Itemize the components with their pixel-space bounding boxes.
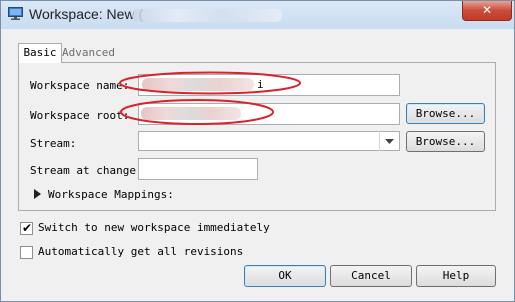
stream-label: Stream: xyxy=(30,137,77,150)
redacted-title-text xyxy=(132,9,282,22)
redacted-workspace-name xyxy=(142,78,254,91)
ok-button[interactable]: OK xyxy=(244,265,326,287)
tab-advanced-label: Advanced xyxy=(62,46,115,59)
auto-get-revisions-label[interactable]: Automatically get all revisions xyxy=(38,245,243,258)
redacted-workspace-root xyxy=(141,107,241,120)
checkmark-icon: ✔ xyxy=(22,221,33,235)
stream-dropdown-toggle[interactable] xyxy=(379,131,399,151)
switch-workspace-checkbox[interactable]: ✔ xyxy=(20,221,33,235)
workspace-root-label: Workspace root: xyxy=(30,109,130,122)
chevron-down-icon xyxy=(385,139,394,144)
workspace-dialog: Workspace: New ( ✕ Basic Advanced Worksp… xyxy=(0,0,515,302)
stream-at-change-input[interactable] xyxy=(138,158,258,180)
help-button[interactable]: Help xyxy=(416,265,496,287)
help-button-label: Help xyxy=(442,269,470,282)
cancel-button-label: Cancel xyxy=(351,269,391,282)
tab-basic-label: Basic xyxy=(23,46,57,59)
window-title: Workspace: New ( xyxy=(29,6,144,22)
workspace-root-browse-label: Browse... xyxy=(415,107,476,120)
stream-browse-label: Browse... xyxy=(415,135,476,148)
workspace-name-label: Workspace name: xyxy=(30,79,130,92)
ok-button-label: OK xyxy=(278,269,292,282)
auto-get-revisions-checkbox[interactable] xyxy=(20,246,33,259)
tab-basic[interactable]: Basic xyxy=(18,43,62,63)
cancel-button[interactable]: Cancel xyxy=(330,265,412,287)
close-button[interactable]: ✕ xyxy=(462,1,512,21)
tab-advanced[interactable]: Advanced xyxy=(61,45,116,61)
stream-browse-button[interactable]: Browse... xyxy=(406,131,485,152)
triangle-right-icon[interactable] xyxy=(34,189,41,199)
close-icon: ✕ xyxy=(481,3,493,17)
monitor-icon xyxy=(8,7,23,20)
stream-select[interactable] xyxy=(138,131,400,151)
switch-workspace-label[interactable]: Switch to new workspace immediately xyxy=(38,221,270,234)
workspace-mappings-expander[interactable]: Workspace Mappings: xyxy=(48,188,174,201)
stream-at-change-label: Stream at change: xyxy=(30,164,143,177)
workspace-name-value: i xyxy=(257,78,264,91)
title-bar[interactable]: Workspace: New ( ✕ xyxy=(1,1,514,29)
workspace-root-browse-button[interactable]: Browse... xyxy=(406,103,485,124)
